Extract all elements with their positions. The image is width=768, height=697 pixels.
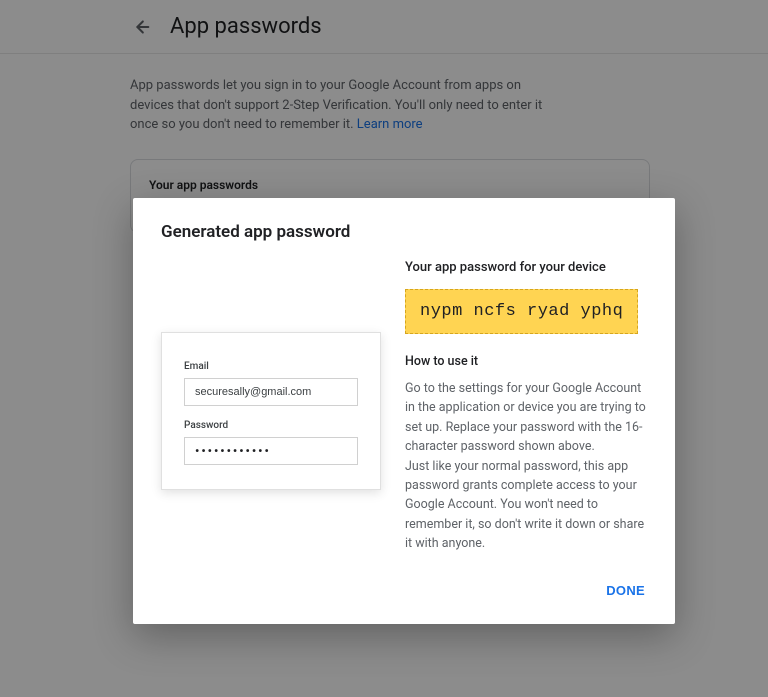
instructions-line-2: Just like your normal password, this app… [405,459,644,552]
howto-heading: How to use it [405,354,653,369]
done-button[interactable]: DONE [598,575,653,606]
generated-password[interactable]: nypm ncfs ryad yphq [405,289,638,334]
email-label: Email [184,361,358,372]
password-field: •••••••••••• [184,437,358,465]
device-subhead: Your app password for your device [405,260,653,275]
instructions-line-1: Go to the settings for your Google Accou… [405,381,646,454]
modal-title: Generated app password [161,222,653,242]
generated-password-modal: Generated app password Email Password ••… [133,198,675,624]
password-label: Password [184,420,358,431]
sample-login-card: Email Password •••••••••••• [161,332,381,490]
email-field [184,378,358,406]
instructions-text: Go to the settings for your Google Accou… [405,379,653,553]
